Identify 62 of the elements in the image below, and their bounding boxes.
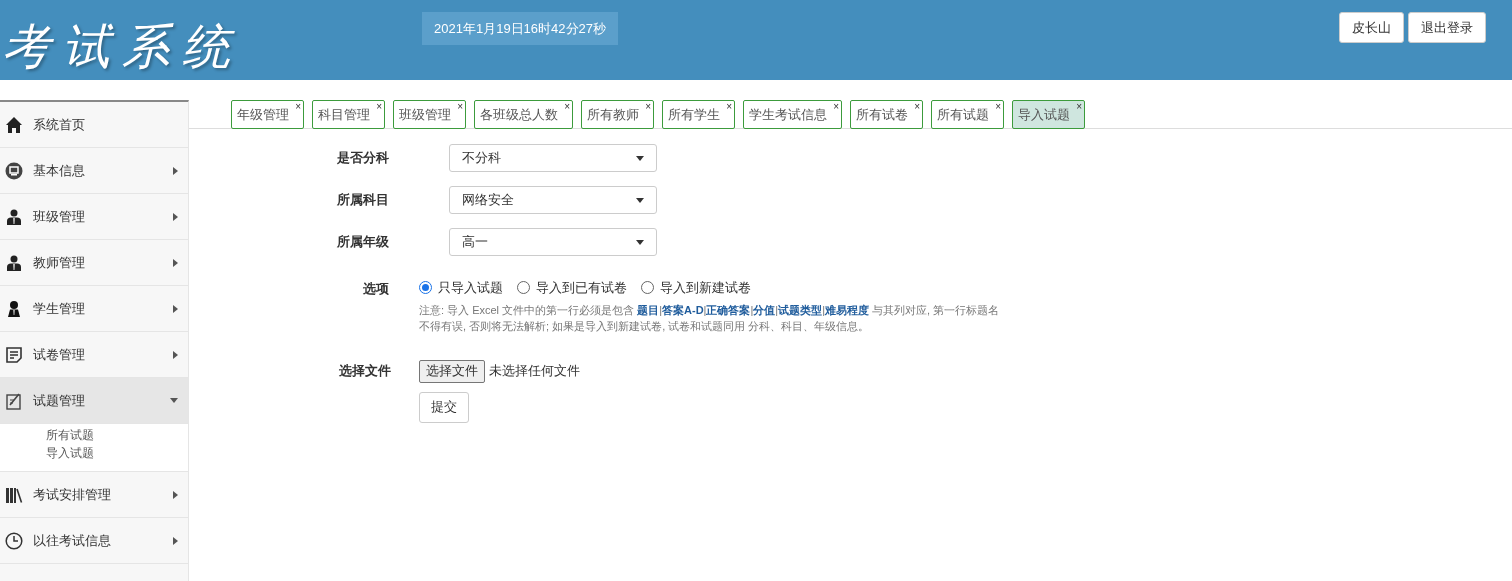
- caret-icon: [636, 197, 644, 203]
- caret-icon: [170, 398, 178, 403]
- tab[interactable]: 所有试卷 ×: [850, 100, 923, 129]
- caret-icon: [636, 239, 644, 245]
- caret-icon: [173, 258, 178, 267]
- tab[interactable]: 年级管理 ×: [231, 100, 304, 129]
- monitor-icon: [5, 161, 23, 180]
- caret-icon: [173, 490, 178, 499]
- file-status: 未选择任何文件: [489, 362, 580, 381]
- dropdown[interactable]: 不分科: [449, 144, 657, 172]
- radio-label: 导入到新建试卷: [660, 279, 751, 297]
- field-label: 所属年级: [336, 233, 390, 252]
- sidebar-item[interactable]: 试题管理: [0, 378, 188, 424]
- tab[interactable]: 所有学生 ×: [662, 100, 735, 129]
- submit-button[interactable]: 提交: [419, 391, 469, 423]
- person-icon: [5, 207, 23, 226]
- import-note: 注意: 导入 Excel 文件中的第一行必须是包含 题目|答案A-D|正确答案|分值|试题类型|难易程度 与其列对应, 第一行标题名不得有误, 否则将无法解析; 如果是导入到新建试卷, 试卷和试题同用 分科、科目、年级信息。: [419, 302, 1001, 334]
- tab-close-button[interactable]: ×: [295, 101, 301, 113]
- person-icon: [5, 253, 23, 272]
- caret-icon: [636, 155, 644, 161]
- caret-icon: [173, 304, 178, 313]
- field-label: 选项: [362, 280, 389, 298]
- home-icon: [5, 115, 23, 134]
- tab[interactable]: 科目管理 ×: [312, 100, 385, 129]
- choose-file-button[interactable]: 选择文件: [419, 359, 485, 383]
- tab-close-button[interactable]: ×: [457, 101, 463, 113]
- tab[interactable]: 导入试题 ×: [1012, 100, 1085, 129]
- tab-close-button[interactable]: ×: [833, 101, 839, 113]
- person-icon: [5, 299, 23, 318]
- tab[interactable]: 班级管理 ×: [393, 100, 466, 129]
- caret-icon: [173, 212, 178, 221]
- caret-icon: [173, 536, 178, 545]
- tab-close-button[interactable]: ×: [1076, 101, 1082, 113]
- submenu-item[interactable]: 所有试题: [46, 426, 188, 444]
- app-title: 考试系统: [2, 17, 243, 76]
- tab[interactable]: 所有教师 ×: [581, 100, 654, 129]
- field-label: 是否分科: [336, 149, 390, 168]
- tab[interactable]: 各班级总人数 ×: [474, 100, 573, 129]
- tab-close-button[interactable]: ×: [914, 101, 920, 113]
- document-icon: [5, 345, 23, 364]
- field-label: 所属科目: [336, 191, 390, 210]
- field-label: 选择文件: [339, 362, 389, 381]
- tab-close-button[interactable]: ×: [376, 101, 382, 113]
- tab-close-button[interactable]: ×: [726, 101, 732, 113]
- tab-close-button[interactable]: ×: [995, 101, 1001, 113]
- dropdown[interactable]: 高一: [449, 228, 657, 256]
- date-time-display: 2021年1月19日16时42分27秒: [422, 12, 618, 45]
- books-icon: [5, 485, 23, 504]
- tab-close-button[interactable]: ×: [645, 101, 651, 113]
- submenu-item[interactable]: 导入试题: [46, 444, 188, 462]
- logout-button[interactable]: 退出登录: [1408, 12, 1486, 43]
- radio-label: 导入到已有试卷: [536, 279, 627, 297]
- radio-label: 只导入试题: [438, 279, 503, 297]
- caret-icon: [173, 350, 178, 359]
- caret-icon: [173, 166, 178, 175]
- tab-close-button[interactable]: ×: [564, 101, 570, 113]
- tab[interactable]: 学生考试信息 ×: [743, 100, 842, 129]
- tab[interactable]: 所有试题 ×: [931, 100, 1004, 129]
- user-button[interactable]: 皮长山: [1339, 12, 1404, 43]
- dropdown[interactable]: 网络安全: [449, 186, 657, 214]
- clipboard-icon: [5, 391, 23, 410]
- clock-icon: [5, 531, 23, 550]
